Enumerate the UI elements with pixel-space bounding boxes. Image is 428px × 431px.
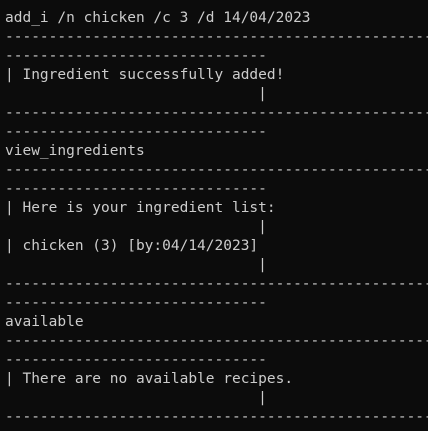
separator-line: ----------------------------------------… xyxy=(5,276,428,292)
response-message: | There are no available recipes. xyxy=(5,371,294,387)
separator-line: ------------------------------ xyxy=(5,295,267,311)
response-border: | xyxy=(5,257,267,273)
command-input-line: view_ingredients xyxy=(5,143,145,159)
response-border: | xyxy=(5,86,267,102)
separator-line: ----------------------------------------… xyxy=(5,162,428,178)
response-message: | Here is your ingredient list: xyxy=(5,200,276,216)
response-message: | Ingredient successfully added! xyxy=(5,67,285,83)
command-input-line: available xyxy=(5,314,84,330)
ingredient-list-item: | chicken (3) [by:04/14/2023] xyxy=(5,238,259,254)
separator-line: ----------------------------------------… xyxy=(5,409,428,425)
response-border: | xyxy=(5,390,267,406)
separator-line: ----------------------------------------… xyxy=(5,333,428,349)
separator-line: ------------------------------ xyxy=(5,352,267,368)
separator-line: ------------------------------ xyxy=(5,0,428,9)
response-border: | xyxy=(5,219,267,235)
terminal-window[interactable]: ------------------------------ add_i /n … xyxy=(0,0,428,431)
command-input-line: add_i /n chicken /c 3 /d 14/04/2023 xyxy=(5,10,311,26)
separator-line: ----------------------------------------… xyxy=(5,29,428,45)
separator-line: ------------------------------ xyxy=(5,124,267,140)
separator-line: ------------------------------ xyxy=(5,181,267,197)
separator-line: ------------------------------ xyxy=(5,48,267,64)
separator-line: ----------------------------------------… xyxy=(5,105,428,121)
